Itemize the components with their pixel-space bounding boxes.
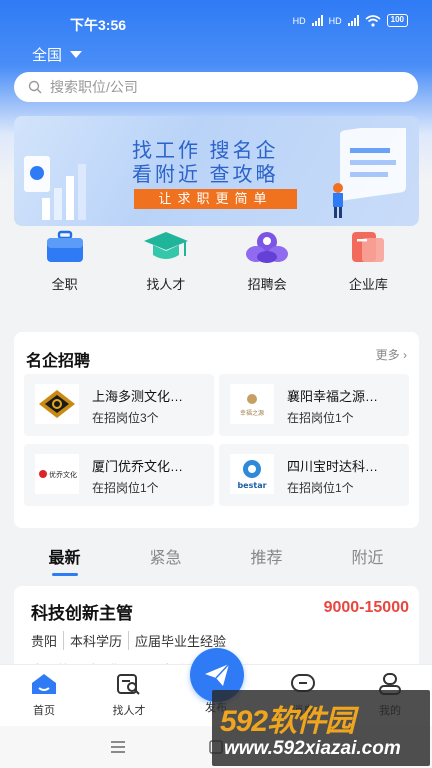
search-bar[interactable] — [14, 72, 418, 102]
search-input[interactable] — [50, 79, 380, 95]
talent-search-icon — [117, 674, 140, 695]
promo-banner[interactable]: 找工作 搜名企 看附近 查攻略 让求职更简单 — [14, 116, 419, 226]
company-jobs: 在招岗位1个 — [287, 411, 354, 425]
home-icon — [32, 674, 56, 694]
wifi-icon — [365, 14, 381, 27]
signal-icon-2 — [347, 15, 359, 26]
company-card[interactable]: 上海多测文化… 在招岗位3个 — [24, 374, 214, 436]
nav-fulltime[interactable]: 全职 — [25, 230, 105, 300]
company-logo-icon: 优乔文化 — [39, 470, 77, 479]
watermark-url: www.592xiazai.com — [224, 738, 401, 759]
send-icon — [205, 663, 230, 686]
status-time: 下午3:56 — [70, 17, 127, 33]
company-logo — [35, 384, 79, 424]
chart-illustration-icon — [24, 156, 86, 220]
status-bar: 下午3:56 HD HD 100 — [0, 0, 432, 46]
tab-latest[interactable]: 最新 — [14, 538, 115, 578]
quick-nav: 全职 找人才 招聘会 企业库 — [14, 230, 419, 300]
job-salary: 9000-15000 — [323, 599, 409, 616]
region-selector[interactable]: 全国 — [32, 44, 83, 65]
network-label-2: HD — [328, 15, 342, 26]
company-logo: bestar — [230, 454, 274, 494]
dashboard-illustration-icon — [333, 128, 406, 218]
tab-recommended[interactable]: 推荐 — [216, 538, 317, 578]
chevron-right-icon: › — [403, 348, 407, 362]
company-logo: 幸福之源 — [230, 384, 274, 424]
company-logo-icon: bestar — [237, 460, 267, 490]
job-location: 贵阳 — [31, 634, 58, 649]
tabbar-find-talent[interactable]: 找人才 — [99, 673, 159, 718]
company-name: 厦门优乔文化… — [92, 459, 184, 474]
company-logo-icon — [39, 390, 75, 418]
chevron-down-icon — [70, 51, 83, 58]
nav-job-fair-label: 招聘会 — [247, 277, 287, 292]
company-jobs: 在招岗位1个 — [92, 481, 159, 495]
banner-cta[interactable]: 让求职更简单 — [134, 189, 297, 209]
more-link[interactable]: 更多 › — [376, 346, 407, 363]
nav-find-talent[interactable]: 找人才 — [126, 230, 206, 300]
more-label: 更多 — [375, 348, 400, 362]
job-experience: 应届毕业生经验 — [128, 631, 226, 650]
company-jobs: 在招岗位1个 — [287, 481, 354, 495]
featured-companies-section: 名企招聘 更多 › 上海多测文化… 在招岗位3个 幸福之源 襄阳幸福之源… 在招… — [14, 332, 419, 528]
company-logo-text: 优乔文化 — [49, 470, 77, 479]
job-education: 本科学历 — [63, 631, 122, 650]
company-card[interactable]: 优乔文化 厦门优乔文化… 在招岗位1个 — [24, 444, 214, 506]
company-card[interactable]: bestar 四川宝时达科… 在招岗位1个 — [219, 444, 409, 506]
company-icon — [352, 232, 385, 262]
company-name: 襄阳幸福之源… — [287, 389, 379, 404]
company-name: 四川宝时达科… — [287, 459, 379, 474]
company-jobs: 在招岗位3个 — [92, 411, 159, 425]
nav-company-library[interactable]: 企业库 — [328, 230, 408, 300]
tab-nearby[interactable]: 附近 — [317, 538, 418, 578]
job-tags: 贵阳 本科学历 应届毕业生经验 — [31, 631, 226, 650]
banner-line-2: 看附近 查攻略 — [132, 164, 279, 186]
watermark-overlay: 592软件园 www.592xiazai.com — [212, 690, 430, 766]
job-title: 科技创新主管 — [31, 604, 133, 623]
signal-icon — [311, 15, 323, 26]
nav-fulltime-label: 全职 — [51, 277, 78, 292]
search-icon — [28, 80, 42, 94]
tab-urgent[interactable]: 紧急 — [115, 538, 216, 578]
company-logo-text: bestar — [237, 481, 266, 490]
nav-job-fair[interactable]: 招聘会 — [227, 230, 307, 300]
briefcase-icon — [46, 230, 83, 262]
graduation-cap-icon — [143, 232, 188, 259]
nav-find-talent-label: 找人才 — [146, 277, 186, 292]
watermark-brand: 592软件园 — [220, 705, 355, 738]
job-tabs: 最新 紧急 推荐 附近 — [14, 538, 419, 578]
status-icons: HD HD 100 — [293, 14, 408, 27]
company-logo-text: 幸福之源 — [240, 409, 264, 417]
company-logo: 优乔文化 — [35, 454, 79, 494]
tabbar-home-label: 首页 — [33, 705, 55, 717]
region-label: 全国 — [32, 47, 63, 64]
network-label: HD — [292, 15, 306, 26]
company-card[interactable]: 幸福之源 襄阳幸福之源… 在招岗位1个 — [219, 374, 409, 436]
group-icon — [246, 232, 289, 263]
section-title: 名企招聘 — [26, 353, 91, 370]
company-name: 上海多测文化… — [92, 389, 184, 404]
tabbar-home[interactable]: 首页 — [14, 673, 74, 718]
nav-company-library-label: 企业库 — [348, 277, 388, 292]
battery-icon: 100 — [386, 14, 408, 27]
tabbar-find-talent-label: 找人才 — [112, 705, 146, 717]
company-logo-icon: 幸福之源 — [240, 394, 264, 417]
menu-icon[interactable] — [110, 741, 126, 753]
